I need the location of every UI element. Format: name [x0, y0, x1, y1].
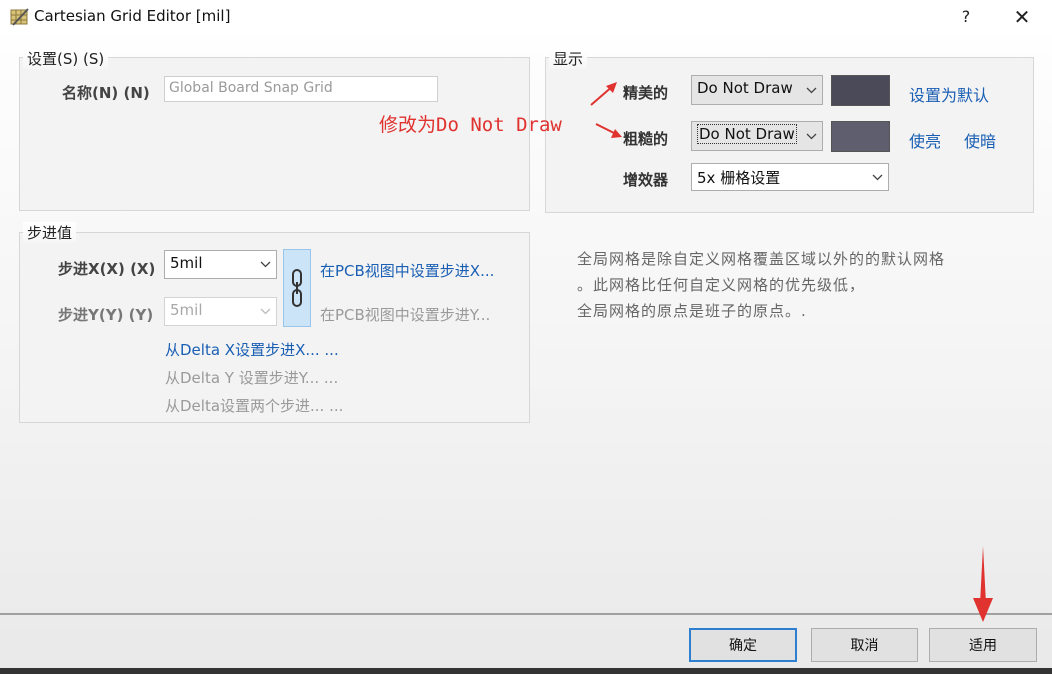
window-title: Cartesian Grid Editor [mil]: [34, 7, 231, 25]
fine-label: 精美的: [623, 84, 669, 102]
chevron-down-icon: [260, 298, 271, 325]
step-group-label: 步进值: [23, 222, 77, 243]
darken-link[interactable]: 使暗: [964, 128, 996, 152]
annotation-arrow-icon: [590, 82, 617, 106]
coarse-style-select[interactable]: Do Not Draw: [691, 121, 823, 151]
coarse-label: 粗糙的: [623, 130, 669, 148]
chevron-down-icon: [260, 251, 271, 278]
step-x-select[interactable]: 5mil: [164, 250, 277, 279]
chain-link-icon: [292, 269, 302, 307]
from-delta-y-link[interactable]: 从Delta Y 设置步进Y... ...: [165, 367, 338, 388]
coarse-style-value: Do Not Draw: [697, 124, 797, 144]
footer-divider: [0, 613, 1052, 615]
taskbar-edge: [0, 668, 1052, 674]
annotation-arrow-icon: [595, 123, 622, 138]
chevron-down-icon: [806, 122, 817, 150]
multiplier-label: 增效器: [623, 171, 669, 189]
settings-group-label: 设置(S) (S): [23, 48, 109, 69]
coarse-color-swatch[interactable]: [831, 121, 890, 152]
step-y-select[interactable]: 5mil: [164, 297, 277, 326]
from-delta-both-link[interactable]: 从Delta设置两个步进... ...: [165, 395, 343, 416]
step-x-label: 步进X(X) (X): [58, 260, 156, 278]
set-step-y-in-pcb-link[interactable]: 在PCB视图中设置步进Y...: [320, 304, 490, 325]
multiplier-value: 5x 栅格设置: [697, 169, 781, 187]
set-default-link[interactable]: 设置为默认: [909, 82, 989, 106]
from-delta-x-link[interactable]: 从Delta X设置步进X... ...: [165, 339, 339, 360]
grid-description: 全局网格是除自定义网格覆盖区域以外的的默认网格 。此网格比任何自定义网格的优先级…: [577, 246, 1037, 324]
step-x-value: 5mil: [170, 254, 203, 272]
description-line: 全局网格的原点是班子的原点。.: [577, 302, 807, 320]
annotation-text: 修改为Do Not Draw: [379, 114, 562, 136]
description-line: 全局网格是除自定义网格覆盖区域以外的的默认网格: [577, 250, 946, 268]
multiplier-select[interactable]: 5x 栅格设置: [691, 163, 889, 191]
lighten-link[interactable]: 使亮: [909, 128, 941, 152]
ok-button[interactable]: 确定: [689, 628, 797, 662]
chevron-down-icon: [872, 164, 883, 190]
step-y-value: 5mil: [170, 301, 203, 319]
chevron-down-icon: [806, 76, 817, 104]
link-xy-toggle[interactable]: [283, 249, 311, 327]
step-y-label: 步进Y(Y) (Y): [58, 306, 154, 324]
fine-style-select[interactable]: Do Not Draw: [691, 75, 823, 105]
fine-color-swatch[interactable]: [831, 75, 890, 106]
app-icon: [10, 8, 29, 26]
fine-style-value: Do Not Draw: [697, 79, 793, 97]
name-input[interactable]: Global Board Snap Grid: [164, 76, 438, 102]
help-button[interactable]: ?: [952, 5, 980, 29]
annotation-arrow-icon: [973, 546, 993, 622]
display-group-label: 显示: [549, 48, 588, 69]
cancel-button[interactable]: 取消: [811, 628, 918, 662]
description-line: 。此网格比任何自定义网格的优先级低，: [577, 276, 866, 294]
name-label: 名称(N) (N): [62, 84, 150, 102]
close-button[interactable]: ✕: [1006, 5, 1038, 29]
set-step-x-in-pcb-link[interactable]: 在PCB视图中设置步进X...: [320, 260, 494, 281]
apply-button[interactable]: 适用: [929, 628, 1037, 662]
